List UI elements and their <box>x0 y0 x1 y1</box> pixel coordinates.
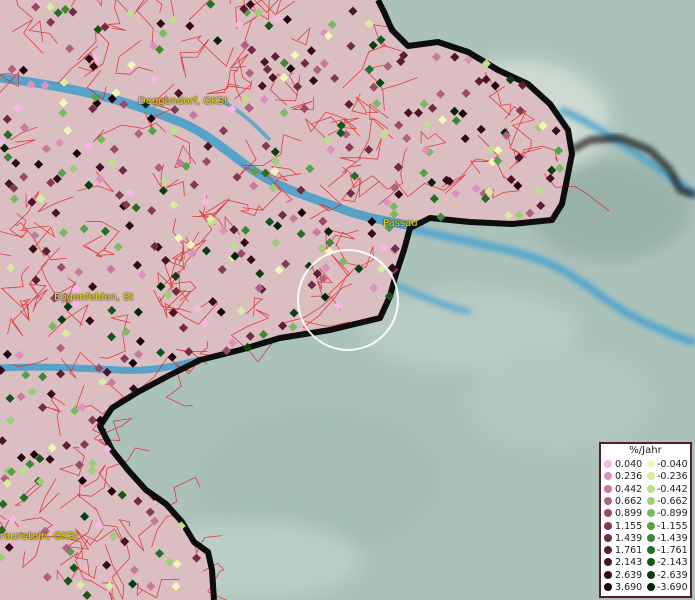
legend-swatch-negative <box>647 533 655 542</box>
legend-swatch-negative <box>647 472 655 481</box>
legend-swatch-negative <box>647 546 655 555</box>
trend-map[interactable]: Deggendorf, GKSt Passau Eggenfelden, St … <box>0 0 695 600</box>
legend-swatch-positive <box>604 546 612 555</box>
legend-value-negative: -0.442 <box>657 483 688 495</box>
legend-row: 0.040 -0.040 <box>601 459 694 470</box>
legend-swatch-positive <box>604 558 612 567</box>
legend-value-positive: 0.442 <box>615 483 643 495</box>
legend-swatch-positive <box>604 533 612 542</box>
label-passau: Passau <box>383 218 418 229</box>
legend-swatch-positive <box>604 509 612 518</box>
legend-value-negative: -0.662 <box>657 495 688 507</box>
legend-value-positive: 2.639 <box>615 569 643 581</box>
legend-row: 1.439 -1.439 <box>601 533 694 544</box>
legend-value-positive: 1.439 <box>615 532 643 544</box>
legend-value-negative: -0.040 <box>657 459 688 470</box>
legend-swatch-negative <box>647 509 655 518</box>
legend-value-positive: 1.761 <box>615 545 643 557</box>
legend-value-positive: 3.690 <box>615 582 643 593</box>
legend-swatch-negative <box>647 521 655 530</box>
legend-row: 0.236 -0.236 <box>601 471 694 482</box>
legend-value-positive: 2.143 <box>615 557 643 569</box>
legend-row: 0.899 -0.899 <box>601 508 694 519</box>
legend-row: 1.761 -1.761 <box>601 545 694 556</box>
legend-row: 2.639 -2.639 <box>601 570 694 581</box>
legend-swatch-positive <box>604 496 612 505</box>
legend-swatch-negative <box>647 496 655 505</box>
legend-row: 0.662 -0.662 <box>601 496 694 507</box>
legend-title: %/Jahr <box>629 445 662 456</box>
legend-row: 1.155 -1.155 <box>601 521 694 532</box>
legend-value-negative: -1.155 <box>657 520 688 532</box>
legend-value-positive: 0.040 <box>615 459 643 470</box>
label-deggendorf: Deggendorf, GKSt <box>138 96 229 107</box>
label-eggenfelden: Eggenfelden, St <box>54 292 134 303</box>
legend-swatch-negative <box>647 558 655 567</box>
legend-row: 0.442 -0.442 <box>601 484 694 495</box>
legend-row: 2.143 -2.143 <box>601 557 694 568</box>
legend-value-negative: -3.690 <box>657 582 688 593</box>
legend-value-negative: -0.236 <box>657 471 688 483</box>
legend-value-positive: 1.155 <box>615 520 643 532</box>
legend-swatch-positive <box>604 570 612 579</box>
legend-swatch-negative <box>647 570 655 579</box>
legend-swatch-positive <box>604 583 612 591</box>
legend-value-positive: 0.899 <box>615 508 643 520</box>
legend-value-negative: -0.899 <box>657 508 688 520</box>
legend-value-negative: -2.639 <box>657 569 688 581</box>
legend-swatch-positive <box>604 484 612 493</box>
legend-value-positive: 0.662 <box>615 495 643 507</box>
legend-swatch-positive <box>604 472 612 481</box>
legend-swatch-negative <box>647 583 655 591</box>
legend-value-negative: -2.143 <box>657 557 688 569</box>
label-traunstein: raunstein, GKSt <box>0 531 79 542</box>
legend: %/Jahr 0.040 -0.040 0.236 -0.236 0.442 -0.442… <box>599 442 692 598</box>
legend-swatch-negative <box>647 484 655 493</box>
legend-value-negative: -1.761 <box>657 545 688 557</box>
legend-value-negative: -1.439 <box>657 532 688 544</box>
legend-swatch-positive <box>604 521 612 530</box>
legend-row: 3.690 -3.690 <box>601 582 694 593</box>
legend-swatch-positive <box>604 460 612 468</box>
legend-swatch-negative <box>647 460 655 468</box>
legend-value-positive: 0.236 <box>615 471 643 483</box>
